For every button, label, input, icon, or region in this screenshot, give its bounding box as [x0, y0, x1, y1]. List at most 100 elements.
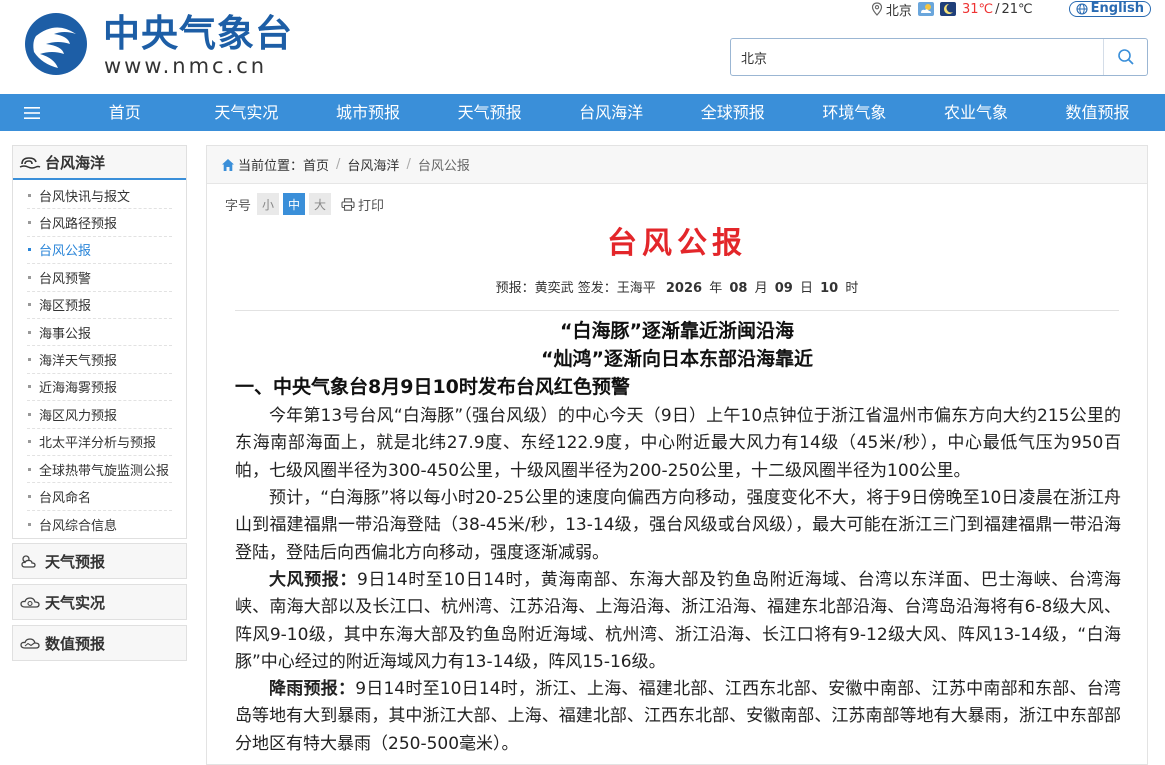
search-button[interactable]	[1103, 39, 1147, 75]
cloud-chart-icon	[19, 635, 41, 651]
sidebar-item-typhoon-info[interactable]: 台风综合信息	[27, 511, 172, 538]
cloud-sun-icon	[19, 553, 41, 569]
font-large-button[interactable]: 大	[309, 193, 332, 215]
site-header: 中央气象台 www.nmc.cn 北京 31℃ / 21℃ English	[0, 0, 1165, 94]
bullet-icon	[28, 522, 31, 526]
main-content: 当前位置： 首页 / 台风海洋 / 台风公报 字号 小 中 大 打印 台风公报 …	[206, 145, 1148, 765]
location-icon	[871, 2, 883, 16]
night-clear-icon	[939, 2, 956, 16]
breadcrumb-home[interactable]: 首页	[303, 155, 329, 174]
nav-item-agriculture[interactable]: 农业气象	[915, 94, 1037, 131]
sidebar-item-maritime-bulletin[interactable]: 海事公报	[27, 319, 172, 347]
english-label: English	[1090, 1, 1144, 16]
search-box	[730, 38, 1148, 76]
paragraph-wind-forecast: 大风预报：9日14时至10日14时，黄海南部、东海大部及钓鱼岛附近海域、台湾以东…	[235, 567, 1121, 676]
sidebar-item-label: 海区预报	[39, 299, 92, 315]
rain-forecast-label: 降雨预报：	[269, 679, 356, 699]
section-heading: 一、中央气象台8月9日10时发布台风红色预警	[235, 376, 630, 398]
cloud-icon	[19, 594, 41, 610]
nav-item-typhoon-ocean[interactable]: 台风海洋	[550, 94, 672, 131]
font-medium-button[interactable]: 中	[283, 193, 306, 215]
bullet-icon	[28, 494, 31, 498]
sidebar-item-typhoon-bulletin[interactable]: 台风公报	[27, 237, 172, 265]
sidebar-item-label: 台风命名	[39, 490, 92, 506]
sidebar-section-weather-forecast[interactable]: 天气预报	[13, 544, 186, 578]
main-nav: 首页 天气实况 城市预报 天气预报 台风海洋 全球预报 环境气象 农业气象 数值…	[0, 94, 1165, 131]
cma-logo-icon[interactable]	[24, 12, 88, 76]
title-divider	[235, 310, 1119, 311]
nav-item-city-forecast[interactable]: 城市预报	[307, 94, 429, 131]
sidebar-weather-forecast[interactable]: 天气预报	[12, 543, 187, 579]
bullet-icon	[28, 303, 31, 307]
byline-month-unit: 月	[754, 281, 768, 296]
site-title[interactable]: 中央气象台	[103, 12, 293, 56]
bullet-icon	[28, 358, 31, 362]
hamburger-icon	[24, 106, 40, 119]
sidebar-item-sea-wind[interactable]: 海区风力预报	[27, 401, 172, 429]
sidebar-item-typhoon-news[interactable]: 台风快讯与报文	[27, 182, 172, 210]
paragraph-rain-forecast: 降雨预报：9日14时至10日14时，浙江、上海、福建北部、江西东北部、安徽中南部…	[235, 676, 1121, 758]
nav-item-environment[interactable]: 环境气象	[794, 94, 916, 131]
nav-item-global-forecast[interactable]: 全球预报	[672, 94, 794, 131]
sidebar-item-label: 台风公报	[39, 244, 92, 260]
sidebar-item-label: 台风快讯与报文	[39, 189, 131, 205]
sidebar-item-sea-fog[interactable]: 近海海雾预报	[27, 374, 172, 402]
partly-cloudy-icon	[917, 2, 934, 16]
bullet-icon	[28, 248, 31, 252]
byline-day: 09	[774, 281, 793, 296]
breadcrumb: 当前位置： 首页 / 台风海洋 / 台风公报	[207, 146, 1147, 184]
typhoon-icon	[19, 154, 41, 170]
breadcrumb-typhoon-ocean[interactable]: 台风海洋	[347, 155, 399, 174]
article-title: 台风公报	[607, 226, 747, 261]
paragraph-forecast-track: 预计，“白海豚”将以每小时20-25公里的速度向偏西方向移动，强度变化不大，将于…	[235, 488, 1121, 563]
sidebar-item-label: 近海海雾预报	[39, 381, 118, 397]
nav-item-home[interactable]: 首页	[64, 94, 186, 131]
home-icon	[222, 158, 234, 171]
site-url[interactable]: www.nmc.cn	[104, 53, 267, 79]
printer-icon	[341, 197, 355, 211]
font-size-tools: 字号 小 中 大 打印	[225, 193, 384, 215]
sidebar-item-ocean-weather[interactable]: 海洋天气预报	[27, 346, 172, 374]
print-button[interactable]: 打印	[341, 195, 384, 214]
sidebar-item-sea-area-forecast[interactable]: 海区预报	[27, 292, 172, 319]
sidebar-item-tropical-cyclone[interactable]: 全球热带气旋监测公报	[27, 456, 172, 484]
print-label: 打印	[358, 198, 385, 214]
sidebar-item-label: 海区风力预报	[39, 408, 118, 424]
nav-item-weather-forecast[interactable]: 天气预报	[429, 94, 551, 131]
byline-authors: 预报：黄奕武 签发：王海平	[495, 281, 656, 296]
sidebar-item-track-forecast[interactable]: 台风路径预报	[27, 209, 172, 237]
bullet-icon	[28, 330, 31, 334]
sidebar-section-typhoon-ocean[interactable]: 台风海洋	[13, 146, 186, 180]
search-input[interactable]	[741, 47, 1101, 67]
sidebar-item-typhoon-naming[interactable]: 台风命名	[27, 483, 172, 511]
sidebar-item-label: 全球热带气旋监测公报	[39, 463, 170, 479]
byline-month: 08	[729, 281, 748, 296]
sidebar-section-label: 台风海洋	[45, 153, 106, 172]
menu-button[interactable]	[0, 94, 64, 131]
temperature-range: 31℃ / 21℃	[962, 2, 1033, 17]
bullet-icon	[28, 385, 31, 389]
bullet-icon	[28, 440, 31, 444]
sidebar-section-numerical[interactable]: 数值预报	[13, 626, 186, 660]
sidebar-numerical[interactable]: 数值预报	[12, 625, 187, 661]
article-subtitle-2: “灿鸿”逐渐向日本东部沿海靠近	[541, 348, 813, 370]
byline-hour-unit: 时	[845, 281, 859, 296]
sidebar-item-typhoon-warning[interactable]: 台风预警	[27, 264, 172, 292]
font-small-button[interactable]: 小	[257, 193, 280, 215]
sidebar-section-label: 天气预报	[45, 552, 106, 571]
sidebar-section-observations[interactable]: 天气实况	[13, 585, 186, 619]
sidebar-observations[interactable]: 天气实况	[12, 584, 187, 620]
current-city[interactable]: 北京	[886, 0, 912, 19]
breadcrumb-current[interactable]: 台风公报	[418, 155, 470, 174]
sidebar-item-north-pacific[interactable]: 北太平洋分析与预报	[27, 429, 172, 456]
bullet-icon	[28, 275, 31, 279]
nav-item-numerical[interactable]: 数值预报	[1037, 94, 1159, 131]
sidebar-list: 台风快讯与报文 台风路径预报 台风公报 台风预警 海区预报 海事公报 海洋天气预…	[13, 180, 186, 538]
byline-day-unit: 日	[799, 281, 813, 296]
english-button[interactable]: English	[1068, 1, 1151, 17]
wind-forecast-label: 大风预报：	[269, 570, 358, 590]
temp-low: 21℃	[1001, 1, 1033, 17]
top-weather-bar: 北京 31℃ / 21℃ English	[865, 0, 1151, 19]
bullet-icon	[28, 221, 31, 225]
nav-item-observations[interactable]: 天气实况	[186, 94, 308, 131]
